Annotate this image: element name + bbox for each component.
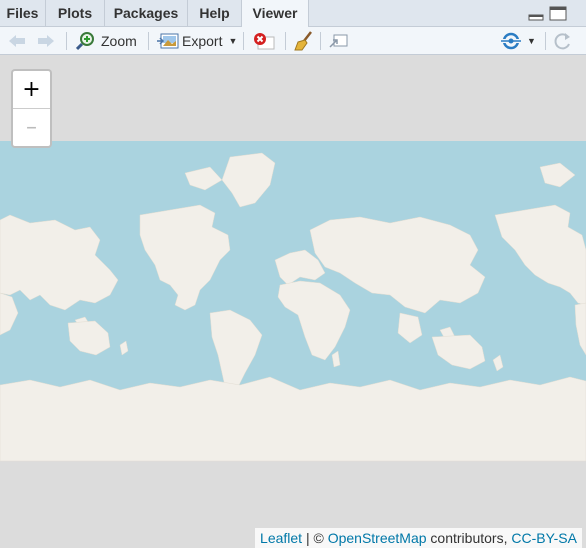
forward-button[interactable]	[36, 27, 56, 54]
export-menu-button[interactable]: Export ▼	[157, 27, 237, 54]
broom-icon	[294, 30, 312, 50]
zoom-button[interactable]: Zoom	[76, 27, 137, 54]
publish-dropdown-caret-icon: ▼	[527, 35, 536, 46]
toolbar-divider	[148, 32, 149, 50]
tab-help[interactable]: Help	[188, 0, 242, 27]
license-link[interactable]: CC-BY-SA	[511, 530, 577, 546]
magnifier-zoom-icon	[76, 31, 94, 50]
forward-arrow-icon	[38, 34, 54, 47]
zoom-out-button[interactable]: –	[13, 109, 50, 146]
zoom-control: + –	[11, 69, 52, 148]
maximize-pane-icon[interactable]	[549, 6, 567, 21]
leaflet-map[interactable]: + – Leaflet | © OpenStreetMap contributo…	[0, 55, 586, 548]
viewer-toolbar: Zoom Export ▼ ▼	[0, 27, 586, 55]
clear-all-button[interactable]	[294, 27, 314, 54]
refresh-icon	[554, 32, 570, 49]
attribution-separator: | ©	[302, 530, 328, 546]
back-arrow-icon	[9, 34, 25, 47]
pane-tab-bar: Files Plots Packages Help Viewer	[0, 0, 586, 28]
tab-packages[interactable]: Packages	[105, 0, 188, 27]
tab-files[interactable]: Files	[0, 0, 46, 27]
remove-viewer-button[interactable]	[253, 27, 275, 54]
publish-icon	[500, 32, 522, 49]
tab-viewer[interactable]: Viewer	[242, 0, 309, 28]
refresh-button[interactable]	[553, 27, 573, 54]
show-in-new-window-button[interactable]	[328, 27, 348, 54]
toolbar-divider	[285, 32, 286, 50]
openstreetmap-link[interactable]: OpenStreetMap	[328, 530, 427, 546]
minimize-pane-icon[interactable]	[528, 8, 544, 21]
toolbar-divider	[320, 32, 321, 50]
toolbar-divider	[243, 32, 244, 50]
attribution-contributors: contributors,	[426, 530, 512, 546]
leaflet-link[interactable]: Leaflet	[260, 530, 302, 546]
export-dropdown-caret-icon: ▼	[228, 35, 238, 46]
toolbar-divider	[545, 32, 546, 50]
zoom-label: Zoom	[101, 32, 137, 49]
export-label: Export	[182, 32, 223, 49]
zoom-in-button[interactable]: +	[13, 71, 50, 109]
export-image-icon	[157, 33, 179, 48]
back-button[interactable]	[7, 27, 27, 54]
publish-menu-button[interactable]: ▼	[499, 27, 536, 54]
clear-x-icon	[254, 32, 275, 49]
map-tiles[interactable]	[0, 55, 586, 548]
map-attribution: Leaflet | © OpenStreetMap contributors, …	[255, 528, 582, 548]
toolbar-divider	[66, 32, 67, 50]
tab-plots[interactable]: Plots	[46, 0, 105, 27]
new-window-icon	[329, 34, 348, 48]
